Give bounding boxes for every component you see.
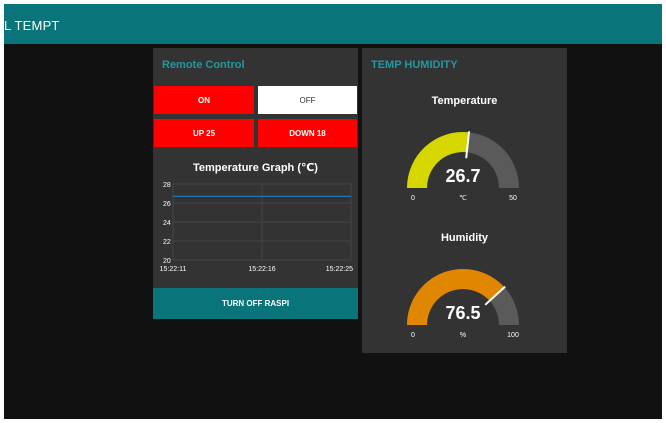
graph-y-axis: 28 26 24 22 20	[163, 182, 171, 265]
remote-control-title: Remote Control	[162, 59, 245, 71]
remote-control-panel: Remote Control ON OFF UP 25 DOWN 18 Temp…	[153, 48, 358, 319]
temperature-gauge: 26.7 ℃ 0 50	[407, 131, 519, 202]
top-bar: L TEMPT	[4, 4, 662, 44]
x-tick-label: 15:22:25	[326, 266, 353, 273]
graph-grid	[172, 183, 352, 261]
graph-x-axis: 15:22:11 15:22:16 15:22:25	[160, 266, 353, 273]
humidity-unit: %	[460, 332, 466, 339]
temperature-graph: 28 26 24 22 20 15:22:11 15:22:16 15:22:25	[160, 182, 353, 273]
app-title: L TEMPT	[4, 18, 60, 33]
temperature-value: 26.7	[445, 166, 480, 186]
humidity-min-label: 0	[411, 332, 415, 339]
temp-humidity-panel: TEMP HUMIDITY Temperature 26.7 ℃ 0 50 Hu…	[362, 48, 567, 353]
x-tick-label: 15:22:11	[160, 266, 187, 273]
temp-humidity-title: TEMP HUMIDITY	[371, 59, 458, 71]
temperature-min-label: 0	[411, 195, 415, 202]
app-window: L TEMPT Remote Control ON OFF UP 25 DOWN…	[4, 4, 662, 419]
y-tick-label: 24	[163, 220, 171, 227]
y-tick-label: 20	[163, 258, 171, 265]
off-button[interactable]: OFF	[258, 86, 357, 114]
on-button[interactable]: ON	[154, 86, 254, 114]
temperature-label: Temperature	[431, 95, 498, 107]
temperature-max-label: 50	[509, 195, 517, 202]
temperature-unit: ℃	[459, 195, 467, 202]
humidity-value: 76.5	[445, 303, 480, 323]
y-tick-label: 22	[163, 239, 171, 246]
humidity-max-label: 100	[507, 332, 519, 339]
humidity-gauge: 76.5 % 0 100	[407, 268, 519, 339]
y-tick-label: 26	[163, 201, 171, 208]
humidity-label: Humidity	[440, 232, 489, 244]
turn-off-raspi-button[interactable]: TURN OFF RASPI	[153, 288, 358, 319]
temperature-graph-title: Temperature Graph (℃)	[193, 162, 318, 174]
y-tick-label: 28	[163, 182, 171, 189]
down-18-button[interactable]: DOWN 18	[258, 119, 357, 147]
x-tick-label: 15:22:16	[248, 266, 275, 273]
up-25-button[interactable]: UP 25	[154, 119, 254, 147]
